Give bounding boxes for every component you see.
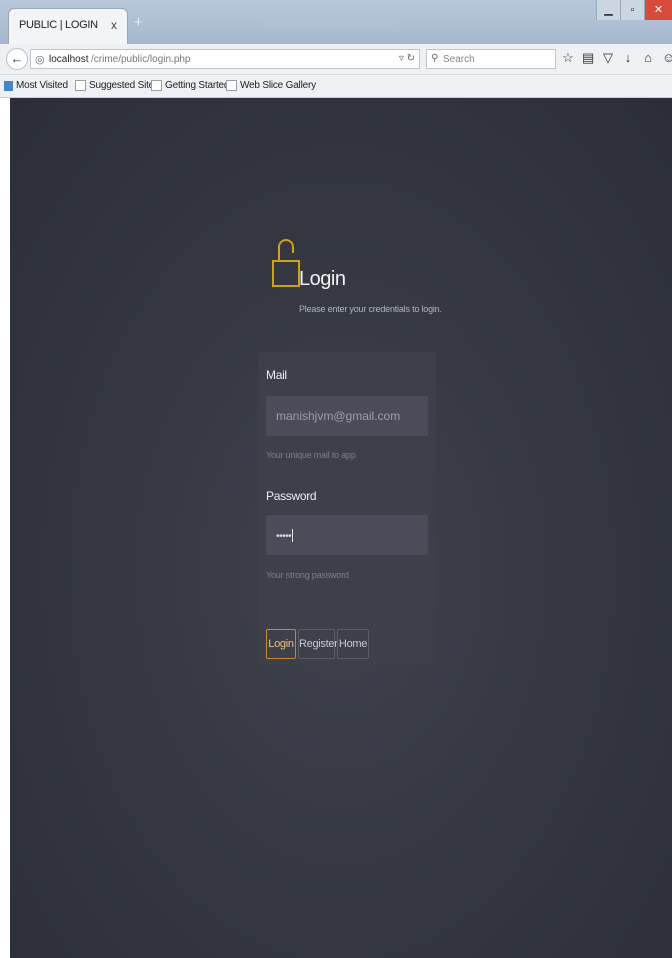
login-form: Mail manishjvm@gmail.com Your unique mai… [258, 352, 436, 664]
browser-tab[interactable]: PUBLIC | LOGIN x [8, 8, 128, 44]
password-field[interactable]: ••••• [266, 515, 428, 555]
bookmark-folder-icon [4, 80, 13, 91]
mail-field[interactable]: manishjvm@gmail.com [266, 396, 428, 436]
search-icon: ⚲ [431, 53, 439, 64]
url-bar[interactable]: ◎ localhost /crime/public/login.php ▿ ↻ [30, 49, 420, 69]
maximize-icon[interactable]: ▫ [620, 0, 644, 20]
tab-title: PUBLIC | LOGIN [19, 19, 98, 31]
pocket-icon[interactable]: ▽ [602, 50, 614, 66]
password-value: ••••• [276, 531, 292, 542]
text-cursor [292, 529, 294, 543]
reading-list-icon[interactable]: ▤ [582, 50, 594, 66]
bookmark-most-visited[interactable]: Most Visited [4, 80, 68, 91]
browser-titlebar: PUBLIC | LOGIN x + ▁ ▫ ✕ [0, 0, 672, 44]
page-icon [75, 80, 86, 91]
url-host: localhost [49, 54, 89, 65]
home-button[interactable]: Home [337, 629, 369, 659]
window-controls: ▁ ▫ ✕ [596, 0, 672, 20]
close-window-icon[interactable]: ✕ [644, 0, 672, 20]
mail-value: manishjvm@gmail.com [276, 409, 401, 423]
site-identity-icon[interactable]: ◎ [35, 53, 45, 66]
register-button[interactable]: Register [298, 629, 338, 659]
mail-help: Your unique mail to app [266, 450, 356, 460]
home-icon[interactable]: ⌂ [642, 50, 654, 66]
bookmark-web-slice-gallery[interactable]: Web Slice Gallery [226, 80, 316, 91]
tab-close-icon[interactable]: x [111, 18, 117, 32]
bookmark-star-icon[interactable]: ☆ [562, 50, 574, 66]
mail-label: Mail [266, 368, 287, 382]
toolbar-icons: ☆ ▤ ▽ ↓ ⌂ ☺ ⋮ [562, 50, 672, 66]
download-icon[interactable]: ↓ [622, 50, 634, 66]
page-icon [226, 80, 237, 91]
password-help: Your strong password [266, 570, 349, 580]
back-button[interactable]: ← [6, 48, 28, 70]
search-bar[interactable]: ⚲ Search [426, 49, 556, 69]
bookmarks-bar: Most Visited Suggested Sites Getting Sta… [0, 75, 672, 98]
page-title: Login [299, 268, 346, 290]
page-subtitle: Please enter your credentials to login. [299, 304, 442, 314]
unlocked-padlock-icon [272, 239, 300, 287]
chat-icon[interactable]: ☺ [662, 50, 672, 66]
page-icon [151, 80, 162, 91]
browser-navbar: ← ◎ localhost /crime/public/login.php ▿ … [0, 44, 672, 75]
url-path: /crime/public/login.php [91, 54, 191, 65]
login-button[interactable]: Login [266, 629, 296, 659]
reload-icon[interactable]: ▿ ↻ [399, 53, 415, 64]
password-label: Password [266, 489, 317, 503]
bookmark-getting-started[interactable]: Getting Started [151, 80, 229, 91]
search-placeholder: Search [443, 54, 475, 65]
titlebar-blur [260, 14, 400, 28]
page-content: Login Please enter your credentials to l… [10, 98, 672, 958]
bookmark-suggested-sites[interactable]: Suggested Sites [75, 80, 159, 91]
new-tab-icon[interactable]: + [134, 14, 143, 31]
minimize-icon[interactable]: ▁ [596, 0, 620, 20]
